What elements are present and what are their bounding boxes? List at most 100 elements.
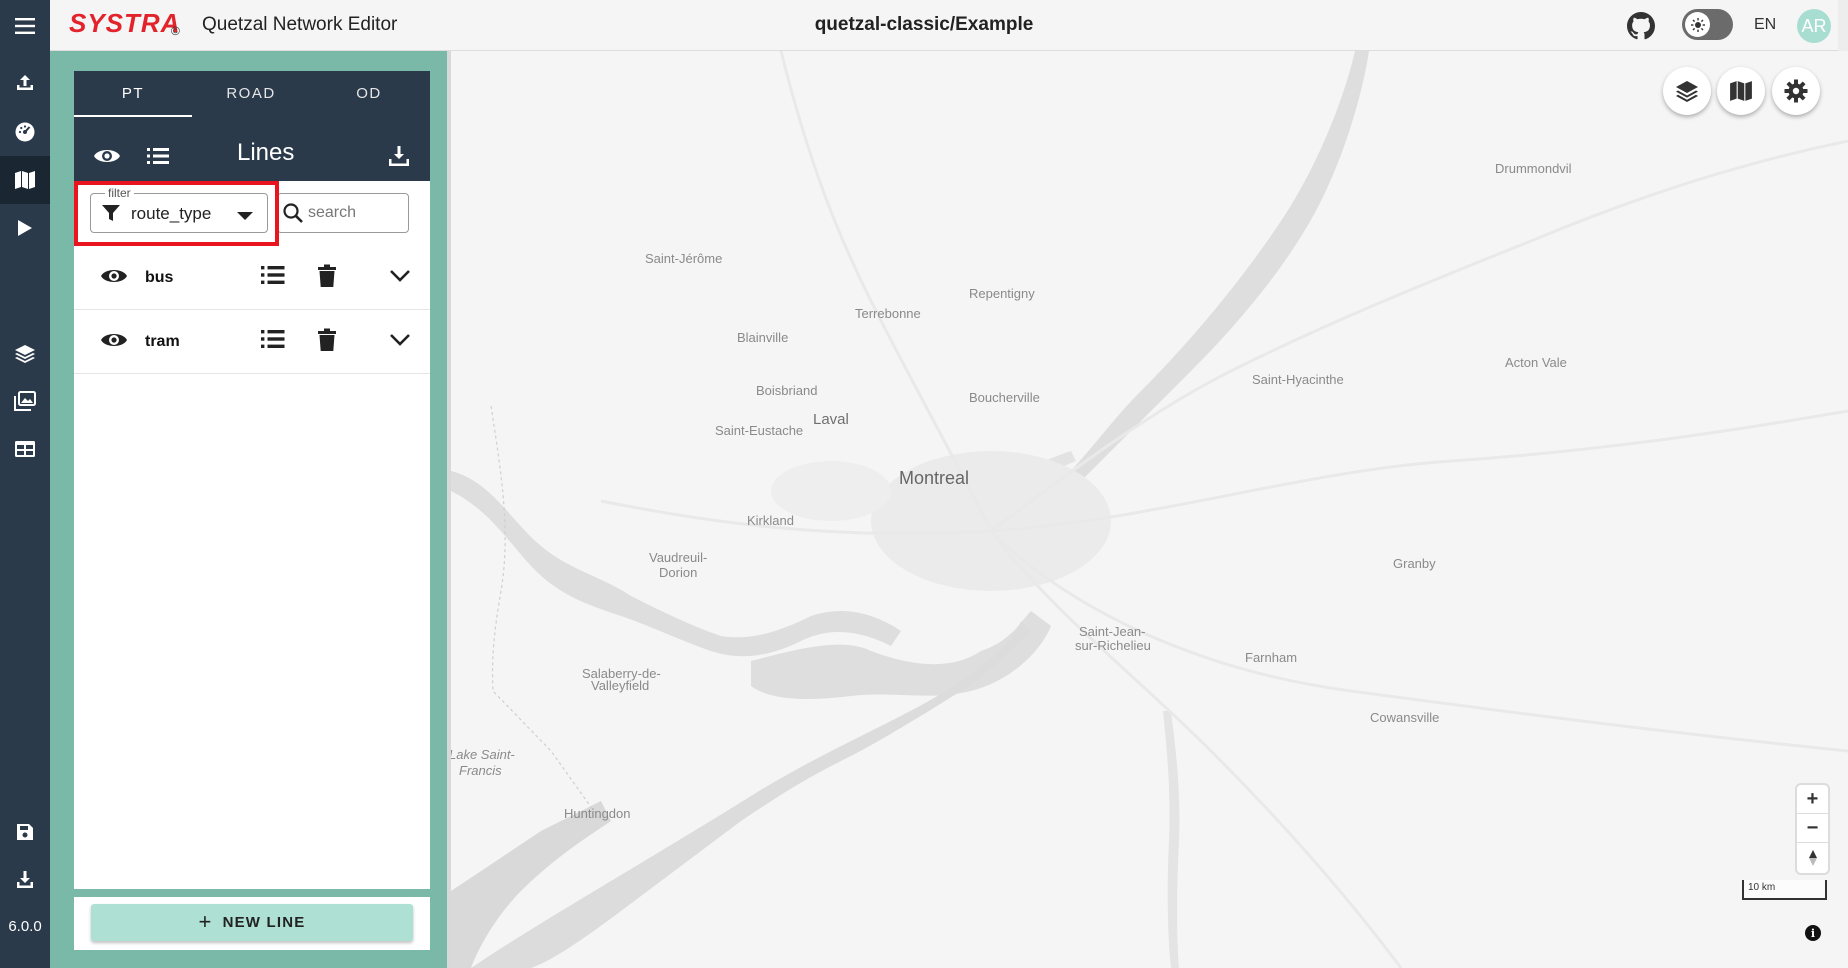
map-icon xyxy=(1730,81,1752,101)
toggle-all-visibility-button[interactable] xyxy=(92,141,122,171)
panel-header: PT ROAD OD Lines xyxy=(74,71,430,181)
layers-icon xyxy=(15,345,35,363)
trash-icon[interactable] xyxy=(317,264,337,293)
scale-bar: 10 km xyxy=(1742,880,1827,900)
map-label: sur-Richelieu xyxy=(1075,638,1151,653)
map-canvas[interactable]: Drummondvil Saint-Jérôme Repentigny Terr… xyxy=(451,51,1848,968)
rail-dashboard[interactable] xyxy=(0,108,50,156)
map-label: Terrebonne xyxy=(855,306,921,321)
map-label: Saint-Hyacinthe xyxy=(1252,372,1344,387)
map-label: Kirkland xyxy=(747,513,794,528)
tab-pt[interactable]: PT xyxy=(74,85,192,117)
map-label: Lake Saint- xyxy=(451,747,515,762)
plus-icon: + xyxy=(198,908,213,934)
lines-list-panel: filter route_type bus tram xyxy=(74,181,430,889)
filter-icon xyxy=(101,203,121,228)
map-label: Cowansville xyxy=(1370,710,1440,725)
download-icon xyxy=(17,871,33,888)
language-selector[interactable]: EN xyxy=(1754,16,1776,34)
app-bar: SYSTRA © Quetzal Network Editor quetzal-… xyxy=(0,0,1848,51)
chevron-down-icon[interactable] xyxy=(389,269,411,288)
group-list-button[interactable] xyxy=(143,141,173,171)
map-label: Boucherville xyxy=(969,390,1040,405)
search-input[interactable] xyxy=(308,202,406,224)
zoom-out-button[interactable]: − xyxy=(1797,814,1828,843)
caret-down-icon[interactable] xyxy=(237,208,253,226)
filter-value: route_type xyxy=(131,204,212,223)
tab-road[interactable]: ROAD xyxy=(192,85,310,117)
map-label: Saint-Jean- xyxy=(1079,624,1146,639)
tab-od[interactable]: OD xyxy=(310,85,428,117)
map-label: Acton Vale xyxy=(1505,355,1567,370)
zoom-controls: + − xyxy=(1797,785,1828,873)
map-label: Dorion xyxy=(659,565,698,580)
search-field[interactable] xyxy=(277,193,409,233)
rail-gallery[interactable] xyxy=(0,377,50,425)
nav-rail: 6.0.0 xyxy=(0,51,50,968)
upload-icon xyxy=(17,75,33,90)
brand-logo: SYSTRA xyxy=(69,8,181,38)
rail-download[interactable] xyxy=(0,856,50,904)
rail-layers[interactable] xyxy=(0,330,50,378)
map-label: Vaudreuil- xyxy=(649,550,708,565)
map-basemap xyxy=(451,51,1848,968)
format-list-icon[interactable] xyxy=(261,329,285,354)
trash-icon[interactable] xyxy=(317,328,337,357)
map-label: Drummondvil xyxy=(1495,161,1572,176)
play-icon xyxy=(18,220,32,236)
map-label: Montreal xyxy=(899,468,970,488)
speedometer-icon xyxy=(15,122,35,142)
new-line-button[interactable]: + NEW LINE xyxy=(91,904,413,941)
topbar-edge xyxy=(1838,0,1848,51)
save-icon xyxy=(17,824,33,840)
table-icon xyxy=(15,441,35,457)
filter-select[interactable]: filter route_type xyxy=(90,186,268,233)
chevron-down-icon[interactable] xyxy=(389,333,411,352)
sun-icon xyxy=(1685,12,1710,37)
line-group-row[interactable]: tram xyxy=(74,310,430,374)
github-icon[interactable] xyxy=(1627,12,1655,40)
map-label: Valleyfield xyxy=(591,678,650,693)
layers-icon xyxy=(1676,81,1698,102)
layers-button[interactable] xyxy=(1663,67,1711,115)
rail-save[interactable] xyxy=(0,808,50,856)
eye-icon[interactable] xyxy=(100,266,128,291)
map-label: Farnham xyxy=(1245,650,1298,665)
rail-import[interactable] xyxy=(0,59,50,107)
search-icon xyxy=(282,202,304,229)
rail-map[interactable] xyxy=(0,156,50,204)
map-label: Saint-Jérôme xyxy=(645,251,723,266)
menu-button[interactable] xyxy=(0,0,50,51)
settings-button[interactable] xyxy=(1772,67,1820,115)
basemap-button[interactable] xyxy=(1717,67,1765,115)
map-label: Boisbriand xyxy=(756,383,818,398)
format-list-icon[interactable] xyxy=(261,265,285,290)
map-label: Francis xyxy=(459,763,502,778)
gear-icon xyxy=(1784,79,1808,103)
new-line-label: NEW LINE xyxy=(222,914,306,931)
line-group-row[interactable]: bus xyxy=(74,246,430,310)
map-label: Laval xyxy=(813,411,849,428)
app-title: Quetzal Network Editor xyxy=(202,14,398,35)
theme-toggle[interactable] xyxy=(1682,9,1733,40)
download-icon xyxy=(389,146,409,166)
compass-button[interactable] xyxy=(1797,843,1828,872)
zoom-in-button[interactable]: + xyxy=(1797,785,1828,814)
user-avatar[interactable]: AR xyxy=(1797,9,1831,43)
eye-icon[interactable] xyxy=(100,330,128,355)
eye-icon xyxy=(94,150,120,162)
attribution-info-button[interactable]: i xyxy=(1805,925,1821,941)
export-lines-button[interactable] xyxy=(384,141,414,171)
rail-table[interactable] xyxy=(0,425,50,473)
map-label: Saint-Eustache xyxy=(715,423,804,438)
map-label: Repentigny xyxy=(969,286,1035,301)
line-group-name: bus xyxy=(145,269,174,286)
panel-footer: + NEW LINE xyxy=(74,897,430,950)
map-icon xyxy=(15,171,35,189)
hamburger-icon xyxy=(15,17,35,34)
image-multiple-icon xyxy=(14,391,36,411)
map-label: Granby xyxy=(1393,556,1436,571)
line-group-name: tram xyxy=(145,333,180,350)
format-list-icon xyxy=(147,148,169,164)
rail-run[interactable] xyxy=(0,204,50,252)
